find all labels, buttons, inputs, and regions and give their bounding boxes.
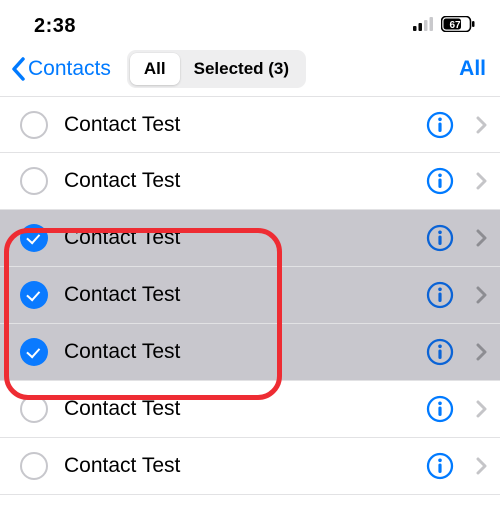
segment-all[interactable]: All [130,53,180,85]
checkbox-unchecked-icon[interactable] [20,167,48,195]
contact-row[interactable]: Contact Test [0,324,500,381]
checkbox-unchecked-icon[interactable] [20,395,48,423]
chevron-right-icon [476,286,488,304]
info-icon[interactable] [426,452,454,480]
status-time: 2:38 [34,15,76,38]
info-icon[interactable] [426,281,454,309]
filter-segmented-control[interactable]: All Selected (3) [127,50,306,88]
contact-row[interactable]: Contact Test [0,438,500,495]
contact-name: Contact Test [64,113,410,137]
checkbox-unchecked-icon[interactable] [20,452,48,480]
status-bar: 2:38 67 [0,0,500,44]
chevron-right-icon [476,116,488,134]
info-icon[interactable] [426,338,454,366]
segment-selected[interactable]: Selected (3) [180,53,303,85]
contact-row[interactable]: Contact Test [0,96,500,153]
chevron-right-icon [476,400,488,418]
back-button[interactable]: Contacts [10,56,111,82]
contact-name: Contact Test [64,283,410,307]
chevron-right-icon [476,172,488,190]
checkbox-unchecked-icon[interactable] [20,111,48,139]
nav-bar: Contacts All Selected (3) All [0,44,500,96]
info-icon[interactable] [426,167,454,195]
info-icon[interactable] [426,224,454,252]
chevron-left-icon [10,56,28,82]
chevron-right-icon [476,229,488,247]
info-icon[interactable] [426,395,454,423]
chevron-right-icon [476,343,488,361]
contact-row[interactable]: Contact Test [0,381,500,438]
contact-name: Contact Test [64,454,410,478]
contact-row[interactable]: Contact Test [0,153,500,210]
contact-name: Contact Test [64,397,410,421]
battery-percent: 67 [449,20,461,31]
cellular-icon [413,17,435,36]
contact-name: Contact Test [64,169,410,193]
checkbox-checked-icon[interactable] [20,338,48,366]
contact-row[interactable]: Contact Test [0,267,500,324]
battery-icon: 67 [441,16,475,37]
contact-name: Contact Test [64,340,410,364]
status-indicators: 67 [413,16,475,37]
checkbox-checked-icon[interactable] [20,281,48,309]
info-icon[interactable] [426,111,454,139]
select-all-button[interactable]: All [459,57,486,81]
checkbox-checked-icon[interactable] [20,224,48,252]
contact-row[interactable]: Contact Test [0,210,500,267]
back-label: Contacts [28,57,111,81]
chevron-right-icon [476,457,488,475]
contact-name: Contact Test [64,226,410,250]
contacts-list: Contact Test Contact Test Contact Test Cont… [0,96,500,495]
